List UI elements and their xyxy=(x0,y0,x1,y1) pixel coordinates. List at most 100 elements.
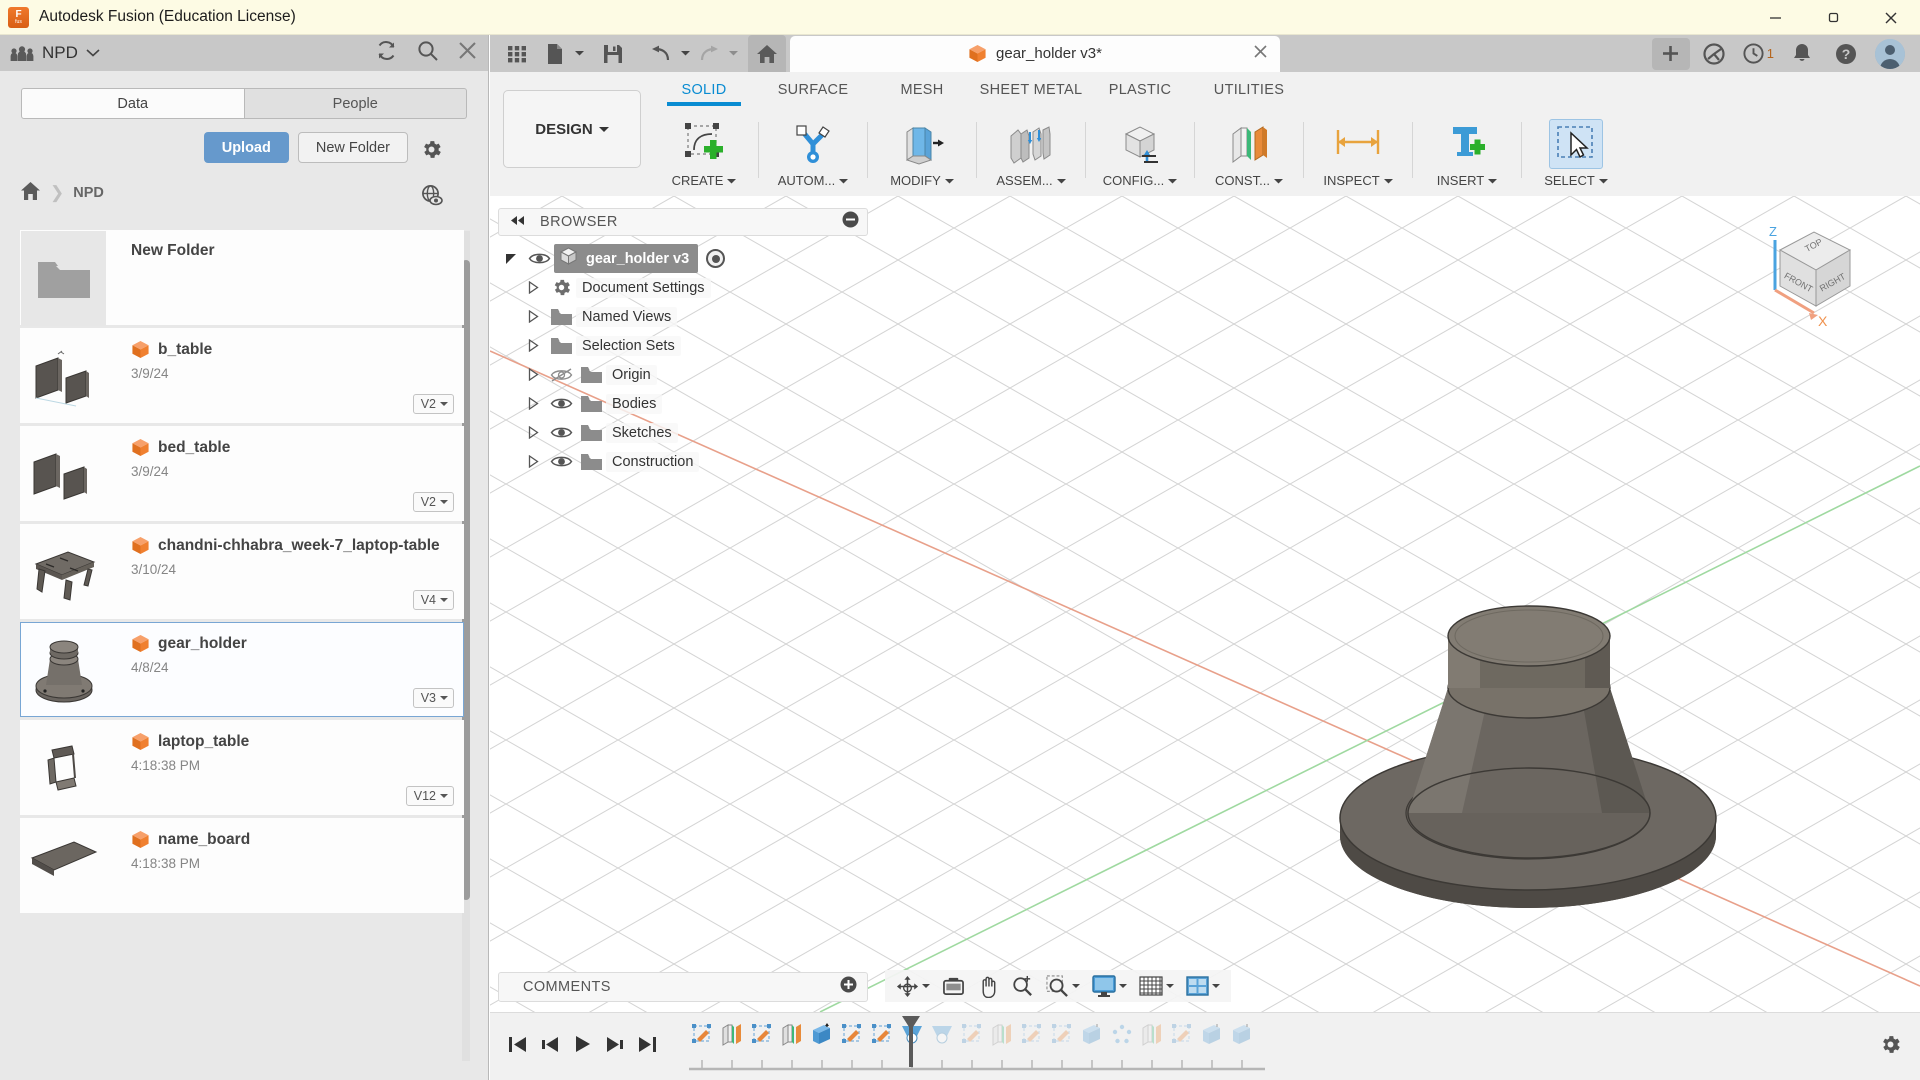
list-item[interactable]: chandni-chhabra_week-7_laptop-table 3/10… xyxy=(20,524,464,619)
ribbon-tab-sheet-metal[interactable]: SHEET METAL ASSEM... xyxy=(977,72,1085,188)
close-panel-icon[interactable] xyxy=(457,40,478,66)
timeline-feature[interactable] xyxy=(987,1020,1017,1050)
timeline-feature[interactable] xyxy=(1137,1020,1167,1050)
display-settings-icon[interactable] xyxy=(1087,971,1132,1001)
timeline-feature[interactable] xyxy=(1107,1020,1137,1050)
pan-hand-icon[interactable] xyxy=(972,971,1004,1001)
timeline-feature[interactable] xyxy=(1047,1020,1077,1050)
list-item[interactable]: laptop_table 4:18:38 PM V12 xyxy=(20,720,464,815)
search-icon[interactable] xyxy=(416,39,439,67)
redo-icon[interactable] xyxy=(690,35,728,72)
timeline-feature[interactable] xyxy=(867,1020,897,1050)
assemble-button[interactable]: ASSEM... xyxy=(989,119,1073,188)
avatar[interactable] xyxy=(1870,36,1910,72)
zoom-icon[interactable] xyxy=(1006,971,1039,1001)
version-badge[interactable]: V2 xyxy=(412,492,454,512)
list-item-selected[interactable]: gear_holder 4/8/24 V3 xyxy=(20,622,464,717)
expand-arrow-icon[interactable] xyxy=(520,455,546,468)
expand-arrow-icon[interactable] xyxy=(520,339,546,352)
version-badge[interactable]: V2 xyxy=(412,394,454,414)
expand-arrow-icon[interactable] xyxy=(520,368,546,381)
list-item[interactable]: New Folder xyxy=(20,230,464,326)
maximize-button[interactable] xyxy=(1804,0,1862,35)
construct-button[interactable]: CONST... xyxy=(1207,119,1291,188)
document-tab[interactable]: gear_holder v3* xyxy=(790,35,1280,72)
home-icon[interactable] xyxy=(20,181,41,206)
orbit-icon[interactable] xyxy=(891,971,935,1001)
new-document-icon[interactable] xyxy=(536,35,574,72)
timeline-feature[interactable] xyxy=(717,1020,747,1050)
minimize-panel-icon[interactable] xyxy=(842,211,859,233)
timeline-feature[interactable] xyxy=(1227,1020,1257,1050)
eye-visible-icon[interactable] xyxy=(546,425,576,440)
zoom-window-icon[interactable] xyxy=(1041,971,1085,1001)
extension-icon[interactable] xyxy=(1694,36,1734,72)
expand-arrow-icon[interactable] xyxy=(520,426,546,439)
comments-panel[interactable]: COMMENTS xyxy=(498,972,868,1002)
job-status-button[interactable]: 1 xyxy=(1738,36,1778,72)
component-activate-toggle[interactable] xyxy=(706,249,726,268)
refresh-icon[interactable] xyxy=(375,39,398,67)
undo-button[interactable] xyxy=(642,35,690,72)
timeline-playhead[interactable] xyxy=(898,1015,924,1070)
hub-name[interactable]: NPD xyxy=(42,43,78,63)
browser-item-construction[interactable]: Construction xyxy=(498,447,868,476)
eye-visible-icon[interactable] xyxy=(546,454,576,469)
inspect-button[interactable]: INSPECT xyxy=(1316,119,1400,188)
minimize-button[interactable] xyxy=(1746,0,1804,35)
undo-icon[interactable] xyxy=(642,35,680,72)
ribbon-tab-utilities[interactable]: UTILITIES CONST... xyxy=(1195,72,1303,188)
timeline-feature[interactable] xyxy=(687,1020,717,1050)
version-badge[interactable]: V12 xyxy=(405,786,454,806)
home-tab-icon[interactable] xyxy=(748,35,786,72)
list-item[interactable]: name_board 4:18:38 PM xyxy=(20,818,464,913)
timeline-feature[interactable] xyxy=(777,1020,807,1050)
timeline-feature[interactable] xyxy=(1017,1020,1047,1050)
help-icon[interactable]: ? xyxy=(1826,36,1866,72)
browser-item-sketches[interactable]: Sketches xyxy=(498,418,868,447)
ribbon-tab-mesh[interactable]: MESH MODIFY xyxy=(868,72,976,188)
expand-arrow-icon[interactable] xyxy=(520,310,546,323)
list-item[interactable]: b_table 3/9/24 V2 xyxy=(20,328,464,423)
chevron-down-icon[interactable] xyxy=(86,44,100,62)
chevron-down-icon[interactable] xyxy=(729,49,738,58)
expand-arrow-icon[interactable] xyxy=(520,397,546,410)
chevron-down-icon[interactable] xyxy=(681,49,690,58)
timeline-feature[interactable] xyxy=(837,1020,867,1050)
create-button[interactable]: CREATE xyxy=(662,119,746,188)
ribbon-tab-plastic[interactable]: PLASTIC CONFIG... xyxy=(1086,72,1194,188)
timeline-feature[interactable] xyxy=(1077,1020,1107,1050)
bell-icon[interactable] xyxy=(1782,36,1822,72)
modify-button[interactable]: MODIFY xyxy=(880,119,964,188)
tab-data[interactable]: Data xyxy=(21,88,245,119)
configure-button[interactable]: CONFIG... xyxy=(1098,119,1182,188)
timeline-feature[interactable] xyxy=(747,1020,777,1050)
upload-button[interactable]: Upload xyxy=(203,132,289,163)
close-tab-icon[interactable] xyxy=(1253,44,1268,64)
go-to-end-icon[interactable] xyxy=(638,1036,657,1058)
close-button[interactable] xyxy=(1862,0,1920,35)
add-comment-icon[interactable] xyxy=(840,976,857,998)
3d-viewport[interactable]: BROWSER gear_holder v3 Document Settings… xyxy=(490,196,1920,1012)
grid-snaps-icon[interactable] xyxy=(1134,971,1179,1001)
breadcrumb-current[interactable]: NPD xyxy=(73,185,104,201)
browser-header[interactable]: BROWSER xyxy=(498,208,868,236)
automate-button[interactable]: AUTOM... xyxy=(771,119,855,188)
browser-item-selection-sets[interactable]: Selection Sets xyxy=(498,331,868,360)
collapse-left-icon[interactable] xyxy=(509,213,526,231)
ribbon-tab-solid[interactable]: SOLID CREATE xyxy=(650,72,758,188)
gear-icon[interactable] xyxy=(420,138,443,166)
workspace-switcher[interactable]: DESIGN xyxy=(503,90,641,168)
eye-visible-icon[interactable] xyxy=(524,251,554,266)
globe-eye-icon[interactable] xyxy=(420,184,444,211)
eye-visible-icon[interactable] xyxy=(546,396,576,411)
browser-root-item[interactable]: gear_holder v3 xyxy=(554,244,699,273)
expand-arrow-icon[interactable] xyxy=(520,281,546,294)
list-item[interactable]: bed_table 3/9/24 V2 xyxy=(20,426,464,521)
expand-arrow-icon[interactable] xyxy=(498,252,524,265)
viewports-icon[interactable] xyxy=(1181,971,1225,1001)
timeline-feature[interactable] xyxy=(807,1020,837,1050)
eye-hidden-icon[interactable] xyxy=(546,367,576,383)
redo-button[interactable] xyxy=(690,35,738,72)
browser-root-row[interactable]: gear_holder v3 xyxy=(498,244,868,273)
